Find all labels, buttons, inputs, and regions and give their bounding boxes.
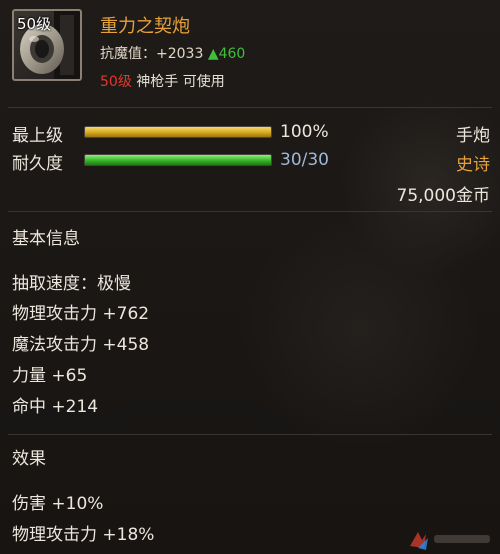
item-tooltip-panel: 50级 重力之契炮 抗魔值：+2033 ▲460 50级 神枪手 可使用 最上级… [0, 0, 500, 554]
grade-bar-fill [85, 127, 271, 137]
grade-value: 100% [280, 122, 329, 142]
weapon-type: 手炮 [456, 126, 490, 146]
requirement-row: 50级 神枪手 可使用 [100, 71, 225, 91]
basic-info-line: 命中 +214 [12, 397, 99, 417]
magic-resist-row: 抗魔值：+2033 ▲460 [100, 43, 245, 63]
durability-bar [84, 154, 272, 166]
effect-line: 物理攻击力 +18% [12, 525, 155, 545]
basic-info-line: 物理攻击力 +762 [12, 304, 150, 324]
grade-label: 最上级 [12, 126, 63, 146]
grade-bar [84, 126, 272, 138]
watermark-logo-icon [410, 532, 490, 550]
basic-info-title: 基本信息 [12, 229, 80, 249]
basic-info-line: 抽取速度：极慢 [12, 274, 131, 294]
basic-info-line: 力量 +65 [12, 366, 88, 386]
item-level-badge: 50级 [17, 15, 52, 33]
divider [8, 211, 492, 212]
class-usable-text: 神枪手 可使用 [136, 74, 225, 90]
effects-title: 效果 [12, 449, 46, 469]
magic-resist-label: 抗魔值： [100, 46, 156, 62]
durability-value: 30/30 [280, 150, 329, 170]
rarity: 史诗 [456, 155, 490, 175]
required-level: 50级 [100, 74, 132, 90]
divider [8, 107, 492, 108]
basic-info-line: 魔法攻击力 +458 [12, 335, 150, 355]
price: 75,000金币 [396, 186, 490, 206]
effect-line: 伤害 +10% [12, 494, 104, 514]
magic-resist-bonus: ▲460 [207, 46, 246, 62]
durability-bar-fill [85, 155, 271, 165]
durability-label: 耐久度 [12, 154, 63, 174]
item-icon-slot[interactable]: 50级 [12, 9, 82, 81]
item-name: 重力之契炮 [100, 16, 190, 37]
magic-resist-value: +2033 [156, 46, 204, 62]
divider [8, 434, 492, 435]
